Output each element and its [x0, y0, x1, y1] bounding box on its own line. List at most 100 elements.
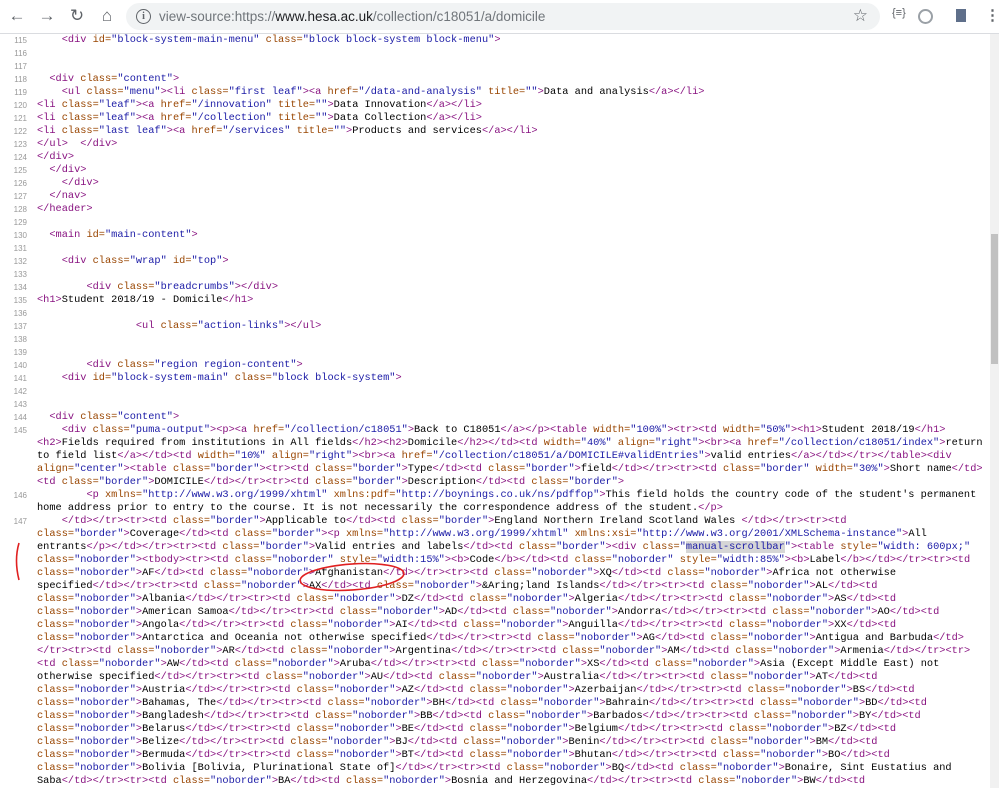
- source-text: </div>: [49, 164, 87, 176]
- source-line: 145 <div class="puma-output"><p><a href=…: [0, 424, 990, 437]
- source-line: class="noborder">Bermuda</td></tr><tr><t…: [0, 749, 990, 762]
- line-number: 118: [14, 75, 27, 84]
- source-line: 130 <main id="main-content">: [0, 229, 990, 242]
- source-text: class="noborder">AF</td><td class="nobor…: [37, 567, 897, 579]
- source-line: class="noborder"><tbody><tr><td class="n…: [0, 554, 990, 567]
- star-icon[interactable]: ☆: [853, 6, 868, 26]
- url-host: www.hesa.ac.uk: [275, 9, 373, 24]
- line-number: 130: [13, 231, 27, 240]
- line-number: 121: [13, 114, 27, 123]
- source-line: 129: [0, 216, 990, 229]
- source-text: </div>: [61, 177, 99, 189]
- source-text: </nav>: [49, 190, 87, 202]
- source-text: class="noborder">Bangladesh</td></tr><tr…: [37, 710, 921, 722]
- source-line: class="noborder">AF</td><td class="nobor…: [0, 567, 990, 580]
- source-line: 115 <div id="block-system-main-menu" cla…: [0, 34, 990, 47]
- scrollbar[interactable]: [990, 34, 999, 788]
- line-number: 135: [13, 296, 27, 305]
- menu-icon[interactable]: ⋮: [985, 6, 999, 24]
- info-icon[interactable]: i: [136, 9, 151, 24]
- source-line: 116: [0, 47, 990, 60]
- line-number: 115: [14, 36, 27, 45]
- source-text: class="noborder">Bermuda</td></tr><tr><t…: [37, 749, 890, 761]
- source-text: <td class="noborder">AW</td><td class="n…: [37, 658, 940, 670]
- source-line: 133: [0, 268, 990, 281]
- source-line: class="border">Coverage</td><td class="b…: [0, 528, 990, 541]
- source-text: </div>: [37, 151, 75, 163]
- source-line: home address prior to entry to the cours…: [0, 502, 990, 515]
- source-line: 135 <h1>Student 2018/19 - Domicile</h1>: [0, 294, 990, 307]
- source-text: <div class="puma-output"><p><a href="/co…: [61, 424, 946, 436]
- reload-icon[interactable]: ↻: [66, 5, 88, 27]
- source-line: 126 </div>: [0, 177, 990, 190]
- source-text: <div id="block-system-main" class="block…: [61, 372, 402, 384]
- forward-icon[interactable]: →: [36, 5, 58, 27]
- line-number: 141: [13, 374, 27, 383]
- source-line: entrants</p></td></tr><tr><td class="bor…: [0, 541, 990, 554]
- source-text: otherwise specified</td></tr><tr><td cla…: [37, 671, 878, 683]
- line-number: 119: [14, 88, 27, 97]
- source-line: 137 <ul class="action-links"></ul>: [0, 320, 990, 333]
- source-text: class="noborder">Antarctica and Oceania …: [37, 632, 964, 644]
- source-text: <div class="breadcrumbs"></div>: [86, 281, 279, 293]
- extension-icon[interactable]: {≡}: [892, 7, 906, 19]
- source-line: 124 </div>: [0, 151, 990, 164]
- source-line: class="noborder">Angola</td></tr><tr><td…: [0, 619, 990, 632]
- line-number: 133: [13, 270, 27, 279]
- source-text: <div class="content">: [49, 411, 180, 423]
- source-line: <h2>Fields required from institutions in…: [0, 437, 990, 450]
- source-text: </tr><tr><td class="noborder">AR</td><td…: [37, 645, 971, 657]
- source-text: class="noborder">Albania</td></tr><tr><t…: [37, 593, 897, 605]
- source-line: <td class="border">DOMICILE</td></tr><tr…: [0, 476, 990, 489]
- source-line: 132 <div class="wrap" id="top">: [0, 255, 990, 268]
- source-line: 118 <div class="content">: [0, 73, 990, 86]
- source-text: <li class="leaf"><a href="/innovation" t…: [37, 99, 482, 111]
- line-number: 134: [13, 283, 27, 292]
- source-line: 138: [0, 333, 990, 346]
- line-number: 139: [13, 348, 27, 357]
- line-number: 138: [13, 335, 27, 344]
- source-line: 142: [0, 385, 990, 398]
- line-number: 124: [13, 153, 27, 162]
- source-text: <div class="region region-content">: [86, 359, 303, 371]
- line-number: 143: [13, 400, 27, 409]
- source-text: <h2>Fields required from institutions in…: [37, 437, 983, 449]
- line-number: 137: [13, 322, 27, 331]
- back-icon[interactable]: ←: [6, 5, 28, 27]
- source-line: 134 <div class="breadcrumbs"></div>: [0, 281, 990, 294]
- line-number: 129: [13, 218, 27, 227]
- source-line: 119 <ul class="menu"><li class="first le…: [0, 86, 990, 99]
- source-text: to field list</a></td><td width="10%" al…: [37, 450, 952, 462]
- source-line: 120 <li class="leaf"><a href="/innovation…: [0, 99, 990, 112]
- line-number: 136: [13, 309, 27, 318]
- source-line: class="noborder">Bahamas, The</td></tr><…: [0, 697, 990, 710]
- source-line: <td class="noborder">AW</td><td class="n…: [0, 658, 990, 671]
- source-text: class="noborder">Bolivia [Bolivia, Pluri…: [37, 762, 952, 774]
- line-number: 117: [14, 62, 27, 71]
- source-line: 144 <div class="content">: [0, 411, 990, 424]
- source-code: 115 <div id="block-system-main-menu" cla…: [0, 34, 990, 788]
- source-line: 117: [0, 60, 990, 73]
- address-bar[interactable]: i view-source:https://www.hesa.ac.uk/col…: [126, 3, 880, 30]
- source-line: 131: [0, 242, 990, 255]
- profile-icon[interactable]: [918, 9, 933, 24]
- source-text: class="border">Coverage</td><td class="b…: [37, 528, 927, 540]
- source-text: class="noborder">Belize</td></tr><tr><td…: [37, 736, 878, 748]
- source-line: class="noborder">American Samoa</td></tr…: [0, 606, 990, 619]
- source-line: class="noborder">Albania</td></tr><tr><t…: [0, 593, 990, 606]
- source-text: class="noborder">Belarus</td></tr><tr><t…: [37, 723, 897, 735]
- url-text[interactable]: view-source:https://www.hesa.ac.uk/colle…: [159, 9, 545, 24]
- line-number: 116: [14, 49, 27, 58]
- source-line: class="noborder">Belize</td></tr><tr><td…: [0, 736, 990, 749]
- source-text: <ul class="action-links"></ul>: [135, 320, 322, 332]
- source-text: specified</td></tr><tr><td class="nobord…: [37, 580, 878, 592]
- source-text: <p xmlns="http://www.w3.org/1999/xhtml" …: [86, 489, 977, 501]
- source-line: 141 <div id="block-system-main" class="b…: [0, 372, 990, 385]
- scrollbar-thumb[interactable]: [991, 234, 998, 364]
- source-line: align="center"><table class="border"><tr…: [0, 463, 990, 476]
- line-number: 146: [13, 491, 27, 500]
- extension-icon[interactable]: [956, 9, 966, 22]
- home-icon[interactable]: ⌂: [96, 5, 118, 27]
- source-text: class="noborder">Austria</td></tr><tr><t…: [37, 684, 915, 696]
- source-line: class="noborder">Bolivia [Bolivia, Pluri…: [0, 762, 990, 775]
